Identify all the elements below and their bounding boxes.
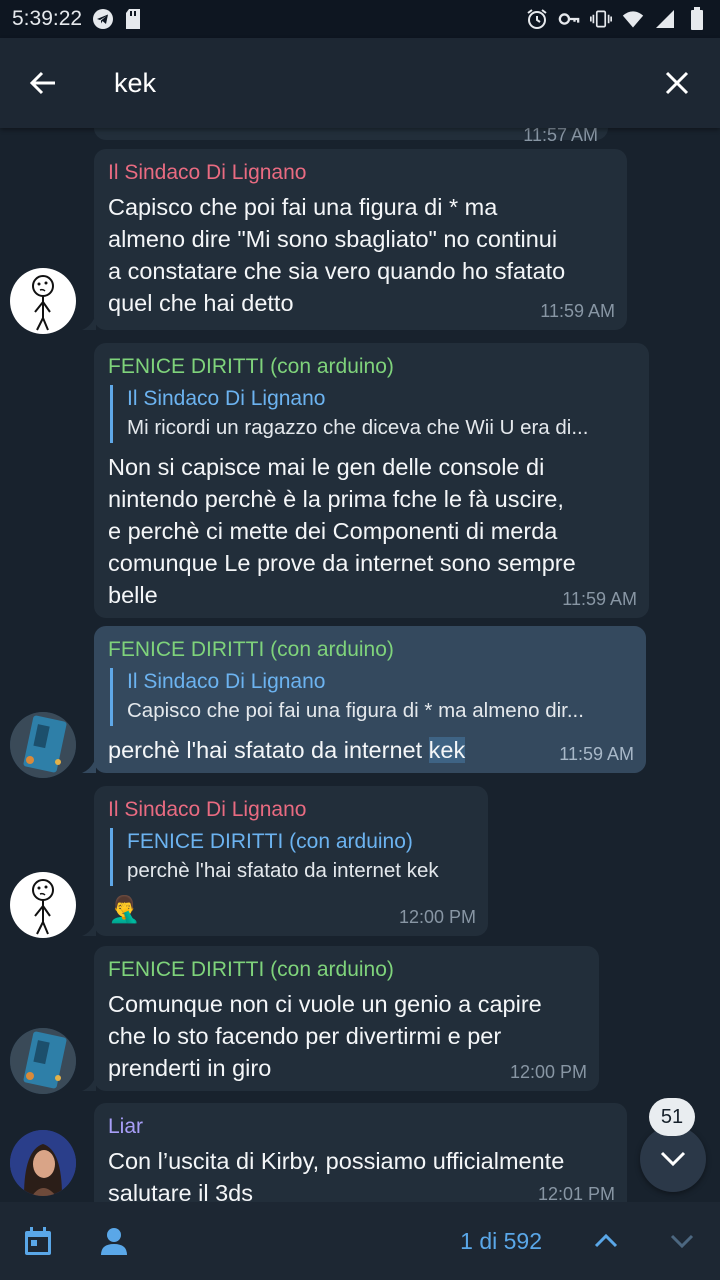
reply-quote[interactable]: FENICE DIRITTI (con arduino) perchè l'ha… [110, 828, 474, 886]
bubble-tail [82, 314, 96, 330]
back-button[interactable] [0, 38, 86, 128]
message-sender[interactable]: FENICE DIRITTI (con arduino) [108, 638, 632, 662]
unread-count-badge: 51 [649, 1098, 695, 1136]
search-app-bar: kek [0, 38, 720, 128]
avatar-liar[interactable] [10, 1130, 76, 1196]
previous-result-button[interactable] [568, 1202, 644, 1280]
chevron-down-icon [660, 1151, 686, 1167]
message-bubble[interactable]: FENICE DIRITTI (con arduino) Il Sindaco … [94, 343, 649, 618]
calendar-icon [25, 1227, 51, 1255]
status-time: 5:39:22 [12, 7, 83, 30]
arrow-back-icon [29, 71, 55, 95]
message-bubble-partial[interactable]: 11:57 AM [94, 128, 608, 145]
message-time: 12:01 PM [537, 1184, 615, 1202]
sd-card-icon [122, 8, 144, 30]
person-icon [101, 1228, 127, 1255]
message-time: 12:00 PM [398, 907, 476, 927]
vpn-key-icon [558, 8, 580, 30]
message-sender[interactable]: Liar [108, 1115, 613, 1139]
message-time: 11:59 AM [540, 301, 615, 321]
message-sender[interactable]: FENICE DIRITTI (con arduino) [108, 355, 635, 379]
search-query[interactable]: kek [114, 68, 634, 99]
reply-sender: Il Sindaco Di Lignano [127, 387, 326, 410]
message-text: Non si capisce mai le gen delle console … [108, 454, 576, 608]
bubble-tail [82, 920, 96, 936]
search-match-highlight: kek [428, 737, 466, 763]
message-time: 12:00 PM [509, 1062, 587, 1082]
search-result-counter: 1 di 592 [460, 1227, 542, 1254]
search-navigation-bar: 1 di 592 [0, 1202, 720, 1280]
chat-messages[interactable]: 11:57 AM Il Sindaco Di Lignano Capisco c… [0, 128, 720, 1202]
signal-icon [654, 8, 676, 30]
clear-search-button[interactable] [634, 38, 720, 128]
message-bubble[interactable]: Liar Con l’uscita di Kirby, possiamo uff… [94, 1103, 627, 1202]
alarm-icon [526, 8, 548, 30]
message-text: perchè l'hai sfatato da internet kek [108, 734, 632, 766]
wifi-icon [622, 8, 644, 30]
reply-text: Mi ricordi un ragazzo che diceva che Wii… [127, 416, 589, 439]
reply-text: perchè l'hai sfatato da internet kek [127, 859, 439, 882]
message-time: 11:57 AM [523, 128, 598, 145]
avatar-sindaco[interactable] [10, 268, 76, 334]
chevron-up-icon [594, 1233, 618, 1248]
reply-text: Capisco che poi fai una figura di * ma a… [127, 699, 584, 722]
message-time: 11:59 AM [559, 744, 634, 764]
avatar-fenice[interactable] [10, 712, 76, 778]
status-bar: 5:39:22 [0, 0, 720, 38]
message-bubble[interactable]: Il Sindaco Di Lignano Capisco che poi fa… [94, 149, 627, 330]
message-sender[interactable]: Il Sindaco Di Lignano [108, 161, 613, 185]
reply-sender: FENICE DIRITTI (con arduino) [127, 830, 413, 853]
search-by-user-button[interactable] [76, 1202, 152, 1280]
message-text-part: perchè l'hai sfatato da internet [108, 737, 429, 763]
message-bubble-highlighted[interactable]: FENICE DIRITTI (con arduino) Il Sindaco … [94, 626, 646, 773]
reply-quote[interactable]: Il Sindaco Di Lignano Capisco che poi fa… [110, 668, 632, 726]
jump-to-date-button[interactable] [0, 1202, 76, 1280]
message-time: 11:59 AM [562, 589, 637, 609]
avatar-sindaco[interactable] [10, 872, 76, 938]
close-icon [665, 71, 689, 95]
battery-icon [686, 7, 708, 30]
next-result-button[interactable] [644, 1202, 720, 1280]
avatar-fenice[interactable] [10, 1028, 76, 1094]
message-bubble[interactable]: FENICE DIRITTI (con arduino) Comunque no… [94, 946, 599, 1091]
reply-sender: Il Sindaco Di Lignano [127, 670, 326, 693]
bubble-tail [82, 757, 96, 773]
message-sender[interactable]: FENICE DIRITTI (con arduino) [108, 958, 585, 982]
message-bubble[interactable]: Il Sindaco Di Lignano FENICE DIRITTI (co… [94, 786, 488, 936]
reply-quote[interactable]: Il Sindaco Di Lignano Mi ricordi un raga… [110, 385, 635, 443]
telegram-icon [92, 8, 114, 30]
chevron-down-icon [670, 1234, 694, 1249]
message-sender[interactable]: Il Sindaco Di Lignano [108, 798, 474, 822]
vibrate-icon [590, 8, 612, 30]
message-text: Capisco che poi fai una figura di * ma a… [108, 194, 566, 316]
bubble-tail [82, 1075, 96, 1091]
